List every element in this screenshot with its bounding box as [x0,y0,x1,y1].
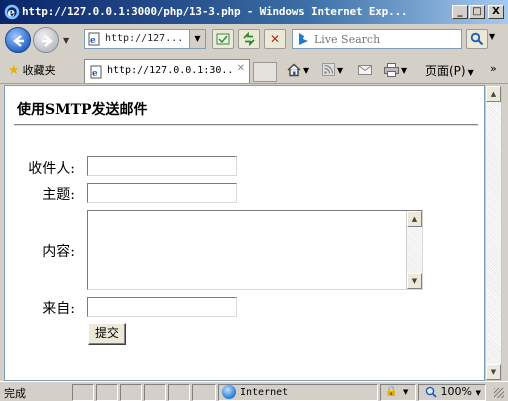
favorites-bar: ★ 收藏夹 e http://127.0.0.1:30... ✕ ▼ ▼ ▼ 页… [0,56,508,84]
more-commands-button[interactable]: » [490,62,497,75]
stop-icon: ✕ [269,32,281,46]
page-icon: e [88,32,100,46]
page-scrollbar[interactable]: ▲ ▼ [485,85,502,381]
compatibility-view-button[interactable] [212,29,234,49]
address-dropdown-icon[interactable]: ▼ [189,30,205,48]
page-menu-button[interactable]: 页面(P) ▼ [425,62,474,79]
protected-mode-pane[interactable]: 🔒 ▼ [380,384,416,401]
to-label: 收件人: [28,161,75,177]
close-window-button[interactable]: X [488,5,504,19]
rss-feed-icon [322,63,335,76]
home-button[interactable]: ▼ [287,62,309,77]
status-text: 完成 [4,387,26,400]
page-icon: e [90,65,102,79]
scroll-up-icon[interactable]: ▲ [407,211,422,227]
zoom-icon [425,386,437,398]
stop-button[interactable]: ✕ [264,29,286,49]
protected-mode-icon: 🔒 [385,386,398,397]
mail-icon [358,64,372,75]
svg-text:e: e [92,69,98,79]
forward-button[interactable] [33,27,59,53]
from-input[interactable] [87,297,237,317]
status-pane [120,384,142,401]
home-icon [287,63,301,76]
resize-grip-icon[interactable] [494,388,504,398]
chevron-down-icon: ▼ [475,389,481,397]
textarea-scrollbar[interactable]: ▲ ▼ [406,211,422,289]
title-bar[interactable]: e http://127.0.0.1:3000/php/13-3.php - W… [0,0,508,24]
status-pane [96,384,118,401]
zoom-level: 100% [440,385,472,398]
from-label: 来自: [42,301,75,317]
scroll-up-icon[interactable]: ▲ [486,86,501,102]
heading-divider [14,124,478,126]
status-pane [192,384,216,401]
arrow-left-icon [13,35,24,47]
chevron-down-icon: ▼ [467,68,474,77]
compatibility-icon [216,33,230,45]
address-input[interactable]: http://127... [105,33,183,44]
svg-text:e: e [8,6,16,20]
search-icon [470,32,484,46]
live-search-logo-icon [299,33,308,45]
subject-input[interactable] [87,183,237,203]
status-pane [72,384,94,401]
minimize-button[interactable]: _ [452,5,468,19]
close-tab-icon[interactable]: ✕ [237,63,245,74]
star-icon: ★ [8,63,20,78]
chevron-down-icon: ▼ [337,66,344,75]
printer-icon [384,62,399,77]
scroll-down-icon[interactable]: ▼ [486,364,501,380]
window-title: http://127.0.0.1:3000/php/13-3.php - Win… [22,5,408,18]
search-box[interactable]: Live Search [292,29,462,49]
new-tab-button[interactable] [253,62,277,82]
back-button[interactable] [5,27,31,53]
content-textarea[interactable]: ▲ ▼ [87,210,423,290]
chevron-down-icon: ▼ [403,388,409,396]
page-menu-label: 页面(P) [425,64,466,78]
feeds-button[interactable]: ▼ [322,62,343,76]
zone-label: Internet [240,387,289,398]
security-zone[interactable]: Internet [222,385,288,399]
ie-logo-icon: e [4,4,20,20]
chevron-down-icon: ▼ [303,66,310,75]
submit-button[interactable]: 提交 [88,323,126,345]
search-options-dropdown-icon[interactable]: ▼ [489,32,495,41]
page-heading: 使用SMTP发送邮件 [17,102,148,118]
status-pane [144,384,166,401]
chevron-down-icon: ▼ [401,66,408,75]
subject-label: 主题: [42,187,75,203]
favorites-button[interactable]: ★ 收藏夹 [8,62,56,78]
read-mail-button[interactable] [358,62,372,76]
zoom-control[interactable]: 100% ▼ [425,385,481,398]
refresh-icon [243,31,255,47]
tab-current-page[interactable]: e http://127.0.0.1:30... ✕ [84,59,250,83]
maximize-button[interactable]: □ [469,5,485,19]
search-input[interactable]: Live Search [314,33,380,46]
arrow-right-icon [42,35,53,47]
favorites-label: 收藏夹 [22,64,56,77]
print-button[interactable]: ▼ [384,62,407,77]
page-viewport: 使用SMTP发送邮件 收件人: 主题: 内容: ▲ ▼ 来自: 提交 [4,85,485,381]
history-dropdown-icon[interactable]: ▼ [63,36,69,45]
address-bar[interactable]: e http://127... ▼ [84,29,206,49]
content-label: 内容: [42,244,75,260]
tab-title: http://127.0.0.1:30... [107,65,232,76]
navigation-toolbar: ▼ e http://127... ▼ ✕ Live Search ▼ [0,24,508,56]
to-input[interactable] [87,156,237,176]
status-pane [168,384,190,401]
search-button[interactable] [466,29,488,49]
refresh-button[interactable] [238,29,260,49]
globe-icon [222,385,236,399]
svg-text:e: e [90,36,96,46]
scroll-down-icon[interactable]: ▼ [407,273,422,289]
status-bar: 完成 Internet 🔒 ▼ 100% ▼ [0,381,508,401]
